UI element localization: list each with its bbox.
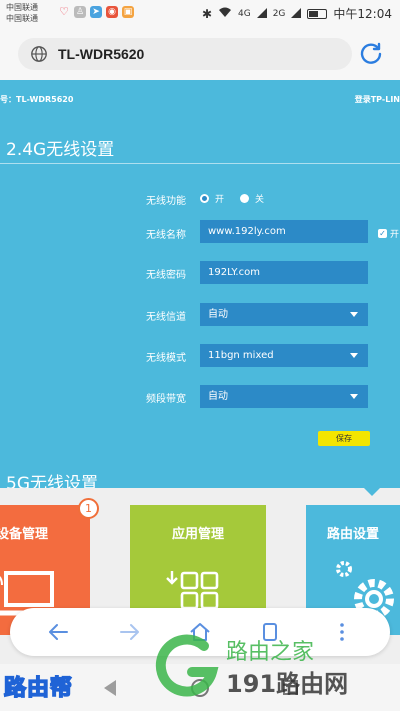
section-title-24g: 2.4G无线设置 — [6, 140, 115, 160]
password-value: 192LY.com — [208, 267, 260, 278]
app-icon: ▣ — [122, 6, 134, 18]
mode-value: 11bgn mixed — [208, 350, 274, 361]
carrier-1: 中国联通 — [6, 3, 38, 12]
wifi-icon — [218, 7, 232, 21]
bluetooth-icon: ✱ — [201, 6, 212, 21]
radio-on-label: 开 — [215, 195, 225, 205]
chevron-down-icon — [350, 312, 358, 317]
password-input[interactable]: 192LY.com — [200, 261, 368, 284]
back-arrow-icon[interactable] — [46, 620, 70, 644]
telegram-icon: ➤ — [90, 6, 102, 18]
mode-label: 无线模式 — [146, 353, 186, 364]
chevron-down-icon — [350, 394, 358, 399]
carrier-2: 中国联通 — [6, 14, 38, 23]
watermark-right-bottom: 191路由网 — [226, 670, 349, 698]
section-divider — [0, 163, 400, 164]
save-button[interactable]: 保存 — [318, 431, 370, 446]
radio-off[interactable] — [240, 194, 250, 203]
network-type-2: 2G — [272, 8, 286, 19]
bandwidth-select[interactable]: 自动 — [200, 385, 368, 408]
qq-icon: ♙ — [74, 6, 86, 18]
wireless-function-label: 无线功能 — [146, 196, 186, 207]
model-label: 号：TL-WDR5620 — [0, 95, 74, 104]
system-back-icon[interactable] — [104, 680, 116, 696]
watermark-logo — [155, 634, 219, 697]
radio-on[interactable] — [200, 194, 209, 203]
tile-label: 路由设置 — [326, 527, 379, 542]
login-link[interactable]: 登录TP-LIN — [355, 94, 400, 105]
weibo-icon: ◉ — [106, 6, 118, 18]
address-text: TL-WDR5620 — [58, 46, 145, 62]
hide-ssid-option[interactable]: ✓ 开 — [378, 227, 399, 240]
notification-badge: 1 — [78, 498, 99, 519]
wireless-function-radio: 开 关 — [200, 192, 264, 205]
hide-ssid-label: 开 — [390, 230, 400, 240]
globe-icon — [31, 46, 47, 62]
forward-arrow-icon[interactable] — [118, 620, 142, 644]
address-bar[interactable]: TL-WDR5620 — [18, 38, 352, 70]
channel-value: 自动 — [208, 309, 228, 320]
signal-icon-2 — [291, 7, 302, 21]
chevron-down-icon — [350, 353, 358, 358]
refresh-icon[interactable] — [358, 41, 384, 67]
browser-toolbar: TL-WDR5620 — [0, 28, 400, 80]
radio-off-label: 关 — [255, 195, 265, 205]
watermark-left: 路由帮 — [3, 675, 74, 702]
status-bar: 中国联通 中国联通 ♡ ♙ ➤ ◉ ▣ ✱ 4G 2G 中午12:04 — [0, 0, 400, 28]
channel-select[interactable]: 自动 — [200, 303, 368, 326]
password-label: 无线密码 — [146, 270, 186, 281]
battery-icon — [307, 8, 328, 19]
hide-ssid-checkbox[interactable]: ✓ — [378, 229, 387, 238]
ssid-input[interactable]: www.192ly.com — [200, 220, 368, 243]
notification-icons: ♡ ♙ ➤ ◉ ▣ — [58, 6, 134, 18]
ssid-label: 无线名称 — [146, 230, 186, 241]
more-menu-icon[interactable] — [330, 620, 354, 644]
channel-label: 无线信道 — [146, 312, 186, 323]
watermark-right-top: 路由之家 — [226, 640, 315, 665]
signal-icon-1 — [256, 7, 267, 21]
network-type-1: 4G — [238, 8, 251, 19]
bandwidth-label: 频段带宽 — [146, 394, 186, 405]
tile-label: 应用管理 — [171, 527, 224, 542]
active-tile-pointer — [364, 488, 380, 496]
mode-select[interactable]: 11bgn mixed — [200, 344, 368, 367]
heart-icon: ♡ — [59, 5, 69, 18]
bandwidth-value: 自动 — [208, 391, 228, 402]
status-right: ✱ 4G 2G 中午12:04 — [202, 5, 392, 22]
clock: 中午12:04 — [333, 7, 392, 21]
tile-label: 设备管理 — [0, 527, 48, 542]
carrier-info: 中国联通 中国联通 — [6, 2, 38, 24]
ssid-value: www.192ly.com — [208, 226, 286, 237]
